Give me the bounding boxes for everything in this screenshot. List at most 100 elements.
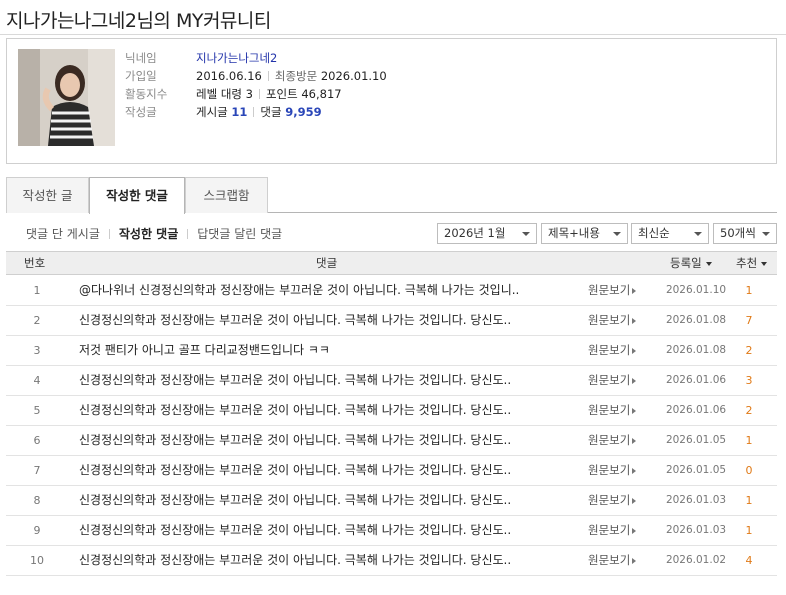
divider xyxy=(108,229,110,239)
arrow-right-icon xyxy=(632,348,637,354)
row-comment-link[interactable]: 신경정신의학과 정신장애는 부끄러운 것이 아닙니다. 극복해 나가는 것입니다… xyxy=(79,516,559,546)
view-original-link[interactable]: 원문보기 xyxy=(588,426,648,456)
level-value: 레벨 대령 3 xyxy=(196,87,253,101)
page-title: 지나가는나그네2님의 MY커뮤니티 xyxy=(6,10,271,32)
row-comment-link[interactable]: 신경정신의학과 정신장애는 부끄러운 것이 아닙니다. 극복해 나가는 것입니다… xyxy=(79,426,559,456)
row-date: 2026.01.05 xyxy=(665,464,727,476)
subfilter-my-comments[interactable]: 작성한 댓글 xyxy=(119,227,178,241)
arrow-right-icon xyxy=(632,318,637,324)
header-recommend: 추천 xyxy=(736,256,758,270)
row-comment-link[interactable]: 신경정신의학과 정신장애는 부끄러운 것이 아닙니다. 극복해 나가는 것입니다… xyxy=(79,366,559,396)
row-comment-link[interactable]: 신경정신의학과 정신장애는 부끄러운 것이 아닙니다. 극복해 나가는 것입니다… xyxy=(79,546,559,576)
arrow-right-icon xyxy=(632,498,637,504)
view-original-link[interactable]: 원문보기 xyxy=(588,456,648,486)
view-original-link[interactable]: 원문보기 xyxy=(588,336,648,366)
header-recommend-sort[interactable]: 추천 xyxy=(736,252,768,274)
row-recommend-count: 2 xyxy=(745,344,753,357)
title-divider xyxy=(0,34,786,35)
arrow-right-icon xyxy=(632,468,637,474)
row-date: 2026.01.02 xyxy=(665,554,727,566)
tab-written-posts[interactable]: 작성한 글 xyxy=(6,177,89,213)
view-original-link[interactable]: 원문보기 xyxy=(588,546,648,576)
subfilter-commented-posts[interactable]: 댓글 단 게시글 xyxy=(26,227,100,241)
subfilter-replied-comments[interactable]: 답댓글 달린 댓글 xyxy=(197,227,282,241)
view-original-link[interactable]: 원문보기 xyxy=(588,276,648,306)
table-row: 7 신경정신의학과 정신장애는 부끄러운 것이 아닙니다. 극복해 나가는 것입… xyxy=(6,456,777,486)
row-number: 8 xyxy=(33,494,41,507)
row-date: 2026.01.03 xyxy=(665,494,727,506)
chevron-down-icon xyxy=(762,232,770,236)
activity-label: 활동지수 xyxy=(125,87,168,101)
row-number: 9 xyxy=(33,524,41,537)
joined-date: 2016.06.16 xyxy=(196,69,262,83)
view-original-label: 원문보기 xyxy=(588,403,631,417)
view-original-link[interactable]: 원문보기 xyxy=(588,516,648,546)
row-comment-link[interactable]: 신경정신의학과 정신장애는 부끄러운 것이 아닙니다. 극복해 나가는 것입니다… xyxy=(79,486,559,516)
comments-count[interactable]: 9,959 xyxy=(285,105,321,119)
nickname-row: 닉네임 지나가는나그네2 xyxy=(125,50,277,66)
page-size-select[interactable]: 50개씩 xyxy=(713,223,777,244)
points-value: 포인트 46,817 xyxy=(265,87,342,101)
month-select[interactable]: 2026년 1월 xyxy=(437,223,537,244)
sort-down-icon xyxy=(705,262,712,266)
view-original-link[interactable]: 원문보기 xyxy=(588,366,648,396)
row-date: 2026.01.06 xyxy=(665,404,727,416)
arrow-right-icon xyxy=(632,288,637,294)
divider xyxy=(187,229,189,239)
row-comment-link[interactable]: 신경정신의학과 정신장애는 부끄러운 것이 아닙니다. 극복해 나가는 것입니다… xyxy=(79,456,559,486)
view-original-link[interactable]: 원문보기 xyxy=(588,396,648,426)
row-comment-link[interactable]: 저것 팬티가 아니고 골프 다리교정밴드입니다 ㅋㅋ xyxy=(79,336,559,366)
sort-select[interactable]: 최신순 xyxy=(631,223,709,244)
view-original-link[interactable]: 원문보기 xyxy=(588,306,648,336)
view-original-label: 원문보기 xyxy=(588,373,631,387)
view-original-label: 원문보기 xyxy=(588,283,631,297)
month-select-value: 2026년 1월 xyxy=(444,226,506,240)
table-header: 번호 댓글 등록일 추천 xyxy=(6,251,777,275)
row-date: 2026.01.08 xyxy=(665,314,727,326)
chevron-down-icon xyxy=(694,232,702,236)
table-row: 4 신경정신의학과 정신장애는 부끄러운 것이 아닙니다. 극복해 나가는 것입… xyxy=(6,366,777,396)
row-comment-link[interactable]: @다나위너 신경정신의학과 정신장애는 부끄러운 것이 아닙니다. 극복해 나가… xyxy=(79,276,559,306)
nickname-value[interactable]: 지나가는나그네2 xyxy=(196,51,277,65)
view-original-link[interactable]: 원문보기 xyxy=(588,486,648,516)
avatar-photo xyxy=(18,49,115,146)
sort-down-icon xyxy=(761,262,768,266)
comments-label: 댓글 xyxy=(260,105,282,119)
table-row: 1 @다나위너 신경정신의학과 정신장애는 부끄러운 것이 아닙니다. 극복해 … xyxy=(6,276,777,306)
tab-written-comments[interactable]: 작성한 댓글 xyxy=(89,177,185,214)
writing-row: 작성글 게시글 11 댓글 9,959 xyxy=(125,104,322,120)
row-number: 5 xyxy=(33,404,41,417)
chevron-down-icon xyxy=(613,232,621,236)
search-scope-value: 제목+내용 xyxy=(548,226,600,240)
writing-label: 작성글 xyxy=(125,105,157,119)
row-number: 10 xyxy=(30,554,44,567)
profile-avatar[interactable] xyxy=(18,49,115,146)
row-recommend-count: 1 xyxy=(745,494,753,507)
row-number: 6 xyxy=(33,434,41,447)
table-row: 6 신경정신의학과 정신장애는 부끄러운 것이 아닙니다. 극복해 나가는 것입… xyxy=(6,426,777,456)
row-recommend-count: 1 xyxy=(745,434,753,447)
view-original-label: 원문보기 xyxy=(588,553,631,567)
header-date-sort[interactable]: 등록일 xyxy=(670,252,712,274)
activity-row: 활동지수 레벨 대령 3 포인트 46,817 xyxy=(125,86,342,102)
row-recommend-count: 1 xyxy=(745,284,753,297)
header-date: 등록일 xyxy=(670,256,702,270)
search-scope-select[interactable]: 제목+내용 xyxy=(541,223,628,244)
table-row: 3 저것 팬티가 아니고 골프 다리교정밴드입니다 ㅋㅋ 원문보기 2026.0… xyxy=(6,336,777,366)
row-comment-link[interactable]: 신경정신의학과 정신장애는 부끄러운 것이 아닙니다. 극복해 나가는 것입니다… xyxy=(79,306,559,336)
tab-bar: 작성한 글 작성한 댓글 스크랩함 xyxy=(6,177,777,214)
row-number: 7 xyxy=(33,464,41,477)
row-recommend-count: 2 xyxy=(745,404,753,417)
row-recommend-count: 1 xyxy=(745,524,753,537)
row-recommend-count: 0 xyxy=(745,464,753,477)
last-visit-label: 최종방문 xyxy=(274,69,318,83)
view-original-label: 원문보기 xyxy=(588,343,631,357)
tab-scraps[interactable]: 스크랩함 xyxy=(185,177,268,213)
last-visit-date: 2026.01.10 xyxy=(320,69,387,83)
joined-label: 가입일 xyxy=(125,69,157,83)
view-original-label: 원문보기 xyxy=(588,493,631,507)
row-comment-link[interactable]: 신경정신의학과 정신장애는 부끄러운 것이 아닙니다. 극복해 나가는 것입니다… xyxy=(79,396,559,426)
row-recommend-count: 3 xyxy=(745,374,753,387)
row-date: 2026.01.03 xyxy=(665,524,727,536)
posts-count[interactable]: 11 xyxy=(231,105,247,119)
